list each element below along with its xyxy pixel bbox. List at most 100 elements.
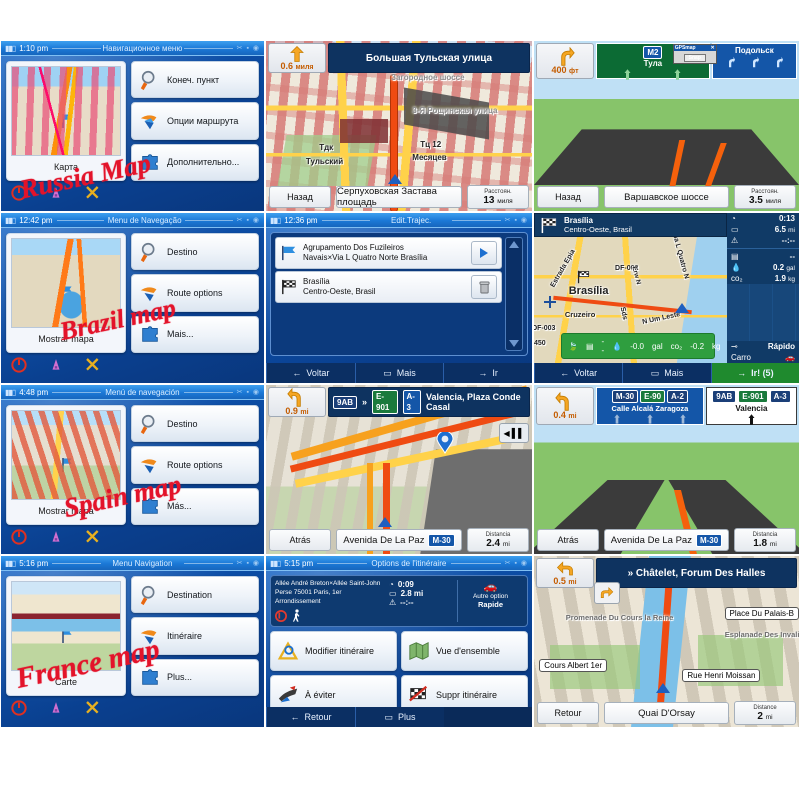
scroll-up-icon[interactable]	[509, 241, 519, 248]
tools-icon[interactable]	[85, 529, 101, 545]
map-preview-tile[interactable]: Карта	[6, 61, 126, 181]
trip-stats-panel[interactable]: ◔ 0:13 ▭ 6.5 mi ⚠ --:-- ▤ -- 💧 0.2 gal c…	[727, 213, 799, 363]
more-button[interactable]: ▭ Mais	[622, 363, 711, 383]
power-icon[interactable]	[11, 357, 27, 373]
route-options-button[interactable]: Route options	[131, 446, 259, 484]
vehicle-row[interactable]: Carro 🚗	[727, 352, 799, 363]
panel-spain-menu[interactable]: ▮▮▯ 4:48 pm Menú de navegación ✂ ▪ ◉ Mos…	[0, 384, 265, 555]
volume-icon[interactable]	[49, 185, 63, 201]
status-icons: ✂ ▪ ◉	[236, 560, 260, 567]
more-button[interactable]: ▭ Plus	[355, 707, 444, 727]
scrollbar[interactable]	[505, 237, 523, 351]
turn-distance: 0.6	[280, 61, 293, 71]
secondary-turn-indicator[interactable]	[594, 582, 620, 604]
panel-france-options[interactable]: ▮▮▯ 5:15 pm Options de l'itinéraire ✂ ▪ …	[265, 555, 533, 728]
panel-spain-map[interactable]: 0.9 mi 9AB » E-901 A-3 Valencia, Plaza C…	[265, 384, 533, 555]
page-title: Menu de Navegação	[53, 216, 237, 225]
panel-russia-map[interactable]: Загородное шоссе 3-Я Рощинская улица Тдк…	[265, 40, 533, 212]
turn-indicator[interactable]: 0.5 mi	[536, 558, 594, 588]
volume-icon[interactable]	[49, 700, 63, 716]
more-button[interactable]: Más...	[131, 487, 259, 525]
gps-dialog[interactable]: GPSmap ✕ Snap	[672, 44, 717, 64]
panel-spain-junction[interactable]: 0.4 mi M-30 E-90 A-2 Calle Alcalá Zarago…	[533, 384, 800, 555]
back-button[interactable]: ← Voltar	[266, 363, 355, 383]
route-options-button[interactable]: Route options	[131, 274, 259, 312]
other-option-button[interactable]: 🚗 Autre option Rapide	[457, 580, 523, 623]
volume-icon[interactable]	[49, 357, 63, 373]
tools-icon[interactable]	[85, 700, 101, 716]
back-button[interactable]: Atrás	[537, 529, 599, 551]
back-button[interactable]: Назад	[537, 186, 599, 208]
poi-marker-icon[interactable]	[436, 432, 454, 455]
tools-icon[interactable]	[85, 357, 101, 373]
go-button[interactable]: → Ir! (5)	[710, 363, 799, 383]
distance-box[interactable]: Distance 2 mi	[734, 701, 796, 725]
distance-box[interactable]: Расстоян. 13 миля	[467, 185, 529, 209]
map-preview-tile[interactable]: Mostrar mapa	[6, 405, 126, 525]
destination-button[interactable]: Destino	[131, 405, 259, 443]
lane-icon: ▌▌	[511, 428, 525, 438]
distance-box[interactable]: Distancia 1.8 mi	[734, 528, 796, 552]
route-options-button[interactable]: Опции маршрута	[131, 102, 259, 140]
panel-brazil-menu[interactable]: ▮▮▯ 12:42 pm Menu de Navegação ✂ ▪ ◉ Mos…	[0, 212, 265, 384]
destination-button[interactable]: Конеч. пункт	[131, 61, 259, 99]
current-street-button[interactable]: Avenida De La Paz M-30	[336, 529, 462, 551]
back-button[interactable]: Atrás	[269, 529, 331, 551]
map-preview-tile[interactable]: Mostrar mapa	[6, 233, 126, 353]
close-icon[interactable]: ✕	[711, 45, 715, 51]
trash-icon[interactable]	[471, 275, 497, 299]
power-icon[interactable]	[11, 700, 27, 716]
panel-brazil-route-edit[interactable]: ▮▮▯ 12:36 pm Edit.Trajec. ✂ ▪ ◉ Agrupame…	[265, 212, 533, 384]
back-button[interactable]: Назад	[269, 186, 331, 208]
list-item[interactable]: Brasília Centro-Oeste, Brasil	[275, 271, 502, 303]
overview-button[interactable]: Vue d'ensemble	[401, 631, 528, 672]
list-item[interactable]: Agrupamento Dos Fuzileiros Navais×Via L …	[275, 237, 502, 269]
go-button[interactable]: → Ir	[443, 363, 532, 383]
panel-russia-junction[interactable]: 400 фт M2 Тула GPSmap ✕ Snap Подольск На…	[533, 40, 800, 212]
map-canvas[interactable]: Estrada Epia DF-002 Via L Quatro N Erw N…	[534, 231, 727, 363]
distance-box[interactable]: Distancia 2.4 mi	[467, 528, 529, 552]
panel-france-menu[interactable]: ▮▮▯ 5:16 pm Menu Navigation ✂ ▪ ◉ Carte	[0, 555, 265, 728]
more-button[interactable]: Plus...	[131, 658, 259, 696]
panel-brazil-map[interactable]: Estrada Epia DF-002 Via L Quatro N Erw N…	[533, 212, 800, 384]
snap-button[interactable]: Snap	[683, 54, 706, 62]
panel-france-map[interactable]: Promenade Du Cours la Reine Cours Albert…	[533, 555, 800, 728]
back-button[interactable]: ← Voltar	[534, 363, 623, 383]
flag-pin-icon	[61, 457, 72, 472]
current-street-button[interactable]: Серпуховская Застава площадь	[336, 186, 462, 208]
more-button[interactable]: ▭ Mais	[354, 363, 444, 383]
turn-indicator[interactable]: 0.4 mi	[536, 387, 594, 425]
route-options-button[interactable]: Itinéraire	[131, 617, 259, 655]
turn-indicator[interactable]: 0.6 миля	[268, 43, 326, 73]
avoid-icon	[278, 686, 298, 703]
turn-indicator[interactable]: 400 фт	[536, 43, 594, 79]
current-street-button[interactable]: Варшавское шоссе	[604, 186, 729, 208]
stat-unit: mi	[788, 227, 795, 234]
play-icon[interactable]	[471, 241, 497, 265]
more-button[interactable]: Дополнительно...	[131, 143, 259, 181]
power-icon[interactable]	[11, 529, 27, 545]
current-street-button[interactable]: Quai D'Orsay	[604, 702, 729, 724]
power-icon[interactable]	[11, 185, 27, 201]
current-street-button[interactable]: Avenida De La Paz M-30	[604, 529, 729, 551]
distance-box[interactable]: Расстоян. 3.5 миля	[734, 185, 796, 209]
volume-icon[interactable]	[49, 529, 63, 545]
back-button[interactable]: Retour	[537, 702, 599, 724]
map-preview-tile[interactable]: Carte	[6, 576, 126, 696]
back-button[interactable]: ← Retour	[266, 707, 355, 727]
route-summary-card[interactable]: Allée André Breton×Allée Saint-John Pers…	[270, 575, 528, 628]
destination-button[interactable]: Destination	[131, 576, 259, 614]
view-mode-button[interactable]: ◀ ▌▌	[499, 423, 529, 443]
button-label: Mais	[664, 368, 684, 378]
route-mode-row[interactable]: ⊸ Rápido	[727, 341, 799, 352]
destination-button[interactable]: Destino	[131, 233, 259, 271]
panel-russia-menu[interactable]: ▮▮▯ 1:10 pm Навигационное меню ✂ ▪ ◉ Кар…	[0, 40, 265, 212]
scroll-down-icon[interactable]	[509, 340, 519, 347]
arrow-right-icon: →	[478, 368, 488, 378]
more-button[interactable]: Mais...	[131, 315, 259, 353]
zoom-in-icon[interactable]	[542, 295, 558, 311]
modify-route-button[interactable]: Modifier itinéraire	[270, 631, 397, 672]
turn-indicator[interactable]: 0.9 mi	[268, 387, 326, 417]
tools-icon[interactable]	[85, 185, 101, 201]
current-street-label: Quai D'Orsay	[638, 707, 695, 719]
